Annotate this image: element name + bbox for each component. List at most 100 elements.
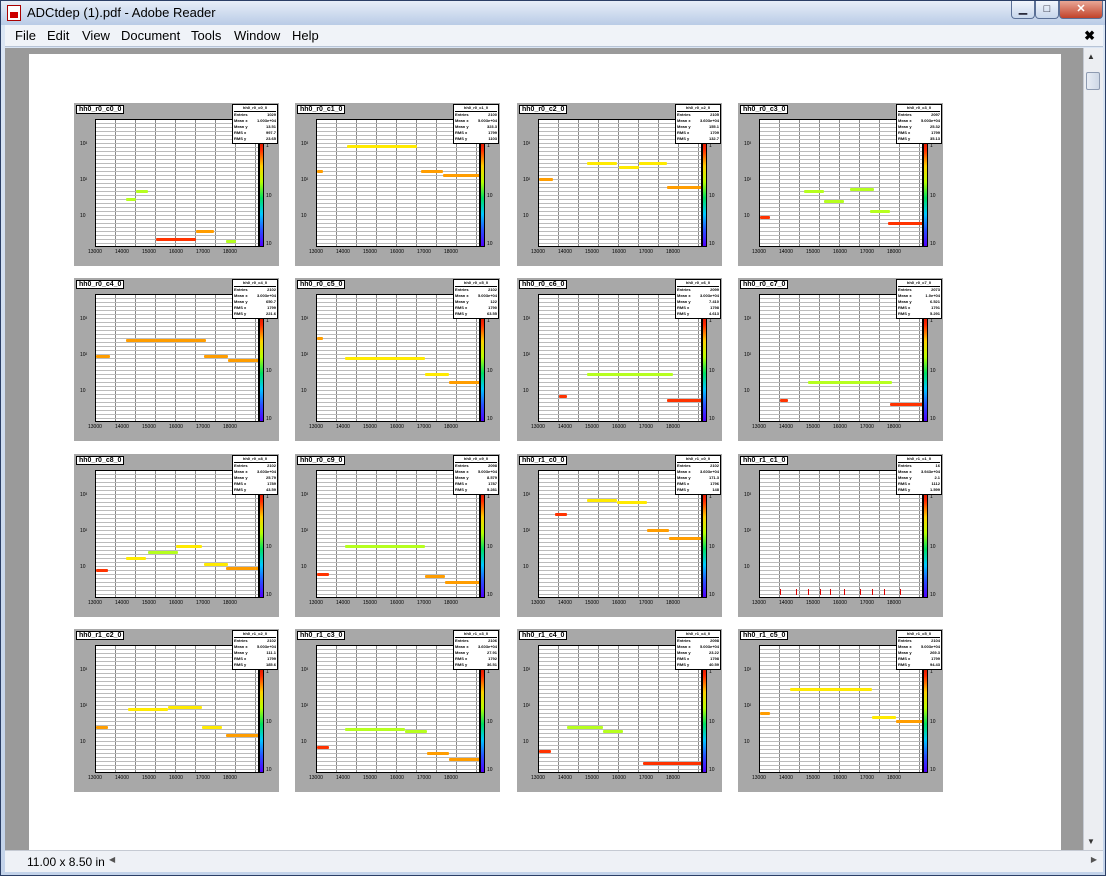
color-scale-bar (259, 308, 264, 422)
histogram-band (587, 373, 673, 376)
scroll-thumb[interactable] (1086, 72, 1100, 90)
histogram-band (228, 359, 258, 362)
y-tick-label: 10 (523, 564, 529, 570)
histogram-bin-marker (860, 589, 861, 595)
histogram-band (669, 537, 701, 540)
horizontal-scrollbar[interactable]: ◀ ▶ (109, 854, 1101, 868)
stats-name: hh0_r0_c5_0 (455, 280, 497, 287)
maximize-button[interactable]: □ (1035, 1, 1059, 19)
histogram-band (202, 726, 222, 729)
histogram-band (317, 746, 329, 749)
y-tick-label: 10 (744, 388, 750, 394)
x-tick-label: 13000 (531, 775, 545, 781)
x-tick-label: 14000 (115, 424, 129, 430)
y-tick-label: 10 (523, 213, 529, 219)
histogram-panel: hh0_r0_c2_0 hh0_r0_c2_0 Entries 2105 Mean x3… (517, 103, 722, 266)
menu-edit[interactable]: Edit (47, 28, 69, 43)
y-tick-label: 10³ (80, 316, 88, 322)
x-tick-label: 13000 (309, 424, 323, 430)
y-tick-label: 10² (80, 703, 88, 709)
color-scale-bar (923, 659, 928, 773)
color-scale-bar (480, 659, 485, 773)
scroll-right-arrow-icon[interactable]: ▶ (1091, 855, 1097, 864)
x-tick-label: 13000 (309, 249, 323, 255)
histogram-band (888, 222, 922, 225)
stats-box: hh0_r0_c9_0 Entries 2098 Mean x 5.003e+04 Mea… (453, 455, 499, 495)
histogram-bin-marker (830, 589, 831, 595)
x-tick-label: 17000 (860, 775, 874, 781)
y-tick-label: 10² (301, 352, 309, 358)
histogram-bin-marker (796, 589, 797, 595)
x-tick-label: 13000 (531, 424, 545, 430)
y-tick-label: 10² (744, 528, 752, 534)
menu-document[interactable]: Document (121, 28, 180, 43)
stats-row: RMS y 23.65 (234, 136, 276, 141)
y-tick-label: 10 (301, 739, 307, 745)
x-tick-label: 14000 (336, 775, 350, 781)
menu-view[interactable]: View (82, 28, 110, 43)
x-tick-label: 18000 (666, 600, 680, 606)
histogram-bin-marker (884, 589, 885, 595)
x-tick-label: 16000 (612, 600, 626, 606)
color-scale-label: 10 (266, 193, 272, 199)
color-scale-label: 10 (709, 719, 715, 725)
x-tick-label: 17000 (196, 600, 210, 606)
histogram-band (226, 240, 236, 243)
histogram-band (559, 395, 567, 398)
x-tick-label: 14000 (336, 249, 350, 255)
color-scale-bar (923, 133, 928, 247)
color-scale-label: 10 (709, 416, 715, 422)
x-tick-label: 14000 (558, 775, 572, 781)
y-tick-label: 10² (523, 352, 531, 358)
histogram-band (443, 174, 479, 177)
scroll-up-arrow-icon[interactable]: ▲ (1087, 52, 1095, 61)
histogram-panel: hh0_r0_c1_0 hh0_r0_c1_0 Entries 2100 Mean x5… (295, 103, 500, 266)
menu-file[interactable]: File (15, 28, 36, 43)
stats-name: hh0_r0_c9_0 (455, 456, 497, 463)
menu-tools[interactable]: Tools (191, 28, 221, 43)
close-window-button[interactable]: ✕ (1059, 1, 1103, 19)
histogram-panel: hh0_r0_c5_0 hh0_r0_c5_0 Entries 2102 Mean x5… (295, 278, 500, 441)
histogram-band (555, 513, 567, 516)
y-tick-label: 10³ (744, 141, 752, 147)
scroll-left-arrow-icon[interactable]: ◀ (109, 855, 115, 864)
stats-row: RMS y 132.7 (677, 136, 719, 141)
minimize-button[interactable]: ▁ (1011, 1, 1035, 19)
histogram-band (126, 557, 146, 560)
x-tick-label: 17000 (860, 249, 874, 255)
histogram-band (405, 730, 427, 733)
menu-help[interactable]: Help (292, 28, 319, 43)
color-scale-label: 10 (266, 368, 272, 374)
vertical-scrollbar[interactable]: ▲ ▼ (1083, 48, 1103, 850)
histogram-band (890, 403, 922, 406)
y-tick-label: 10³ (744, 316, 752, 322)
pdf-file-icon (7, 5, 21, 21)
color-scale-bar (702, 484, 707, 598)
y-tick-label: 10² (523, 703, 531, 709)
scroll-down-arrow-icon[interactable]: ▼ (1087, 837, 1095, 846)
x-tick-label: 14000 (558, 249, 572, 255)
document-area[interactable]: hh0_r0_c0_0 hh0_r0_c0_0 Entries 1029 Mean x1… (5, 48, 1083, 850)
stats-name: hh0_r0_c2_0 (677, 105, 719, 112)
color-scale-label: 10 (930, 719, 936, 725)
y-tick-label: 10² (301, 528, 309, 534)
histogram-panel: hh0_r0_c8_0 hh0_r0_c8_0 Entries 2102 Mean x3… (74, 454, 279, 617)
histogram-band (647, 529, 669, 532)
x-tick-label: 15000 (806, 775, 820, 781)
color-scale-label: 10 (487, 719, 493, 725)
stats-row: RMS y 185.6 (234, 662, 276, 667)
x-tick-label: 18000 (223, 775, 237, 781)
menu-window[interactable]: Window (234, 28, 280, 43)
histogram-band (872, 716, 896, 719)
histogram-band (639, 162, 667, 165)
stats-box: hh0_r0_c1_0 Entries 2100 Mean x 5.003e+04 Mea… (453, 104, 499, 144)
stats-box: hh0_r0_c0_0 Entries 1029 Mean x 1.003e+04 Mea… (232, 104, 278, 144)
stats-name: hh0_r1_c4_0 (677, 631, 719, 638)
x-tick-label: 15000 (585, 424, 599, 430)
close-document-icon[interactable]: ✖ (1084, 28, 1095, 44)
x-tick-label: 16000 (833, 424, 847, 430)
x-tick-label: 15000 (585, 600, 599, 606)
histogram-band (425, 373, 449, 376)
panel-title: hh0_r0_c7_0 (740, 280, 789, 289)
color-scale-bar (259, 484, 264, 598)
